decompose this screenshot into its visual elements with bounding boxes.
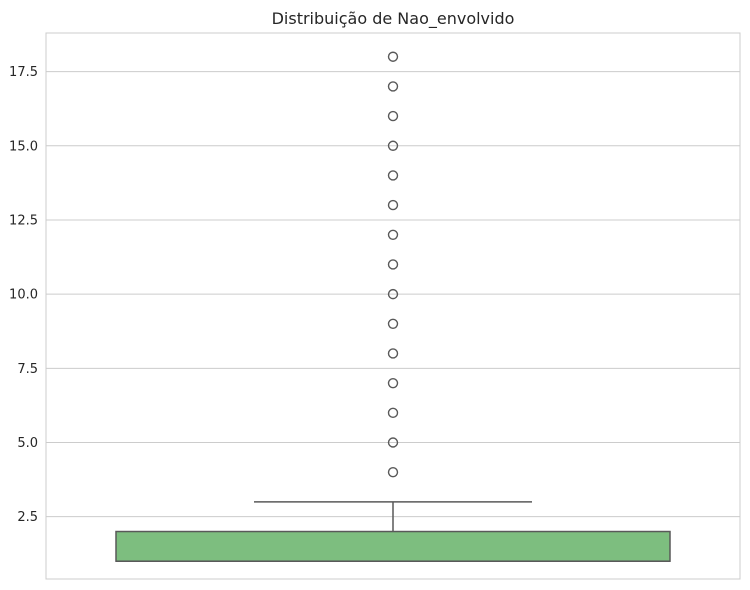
outlier-point [387, 229, 399, 240]
outlier-point [387, 170, 399, 181]
outlier-point [387, 318, 399, 330]
y-tick-label: 7.5 [17, 362, 38, 377]
y-tick-label: 2.5 [17, 510, 38, 525]
box-plot: Distribuição de Nao_envolvido 2.5 5.0 7.5 1… [9, 9, 741, 580]
iqr-box [115, 530, 671, 562]
outlier-points [387, 51, 399, 478]
outlier-point [387, 81, 399, 92]
y-tick-label: 15.0 [9, 139, 38, 154]
outlier-point [387, 199, 399, 211]
y-tick-label: 12.5 [9, 213, 38, 228]
y-axis-ticks: 2.5 5.0 7.5 10.0 12.5 15.0 17.5 [9, 65, 38, 525]
y-tick-label: 5.0 [17, 436, 38, 451]
outlier-point [387, 466, 399, 478]
y-tick-label: 17.5 [9, 65, 38, 80]
axes-frame [45, 32, 741, 580]
outlier-point [387, 407, 399, 419]
outlier-point [387, 348, 399, 359]
chart-title: Distribuição de Nao_envolvido [272, 9, 515, 29]
outlier-point [387, 377, 399, 389]
outlier-point [387, 51, 399, 62]
box-group [115, 501, 671, 562]
y-tick-label: 10.0 [9, 288, 38, 303]
outlier-point [387, 110, 399, 122]
grid-lines [46, 71, 740, 518]
outlier-point [387, 259, 399, 270]
